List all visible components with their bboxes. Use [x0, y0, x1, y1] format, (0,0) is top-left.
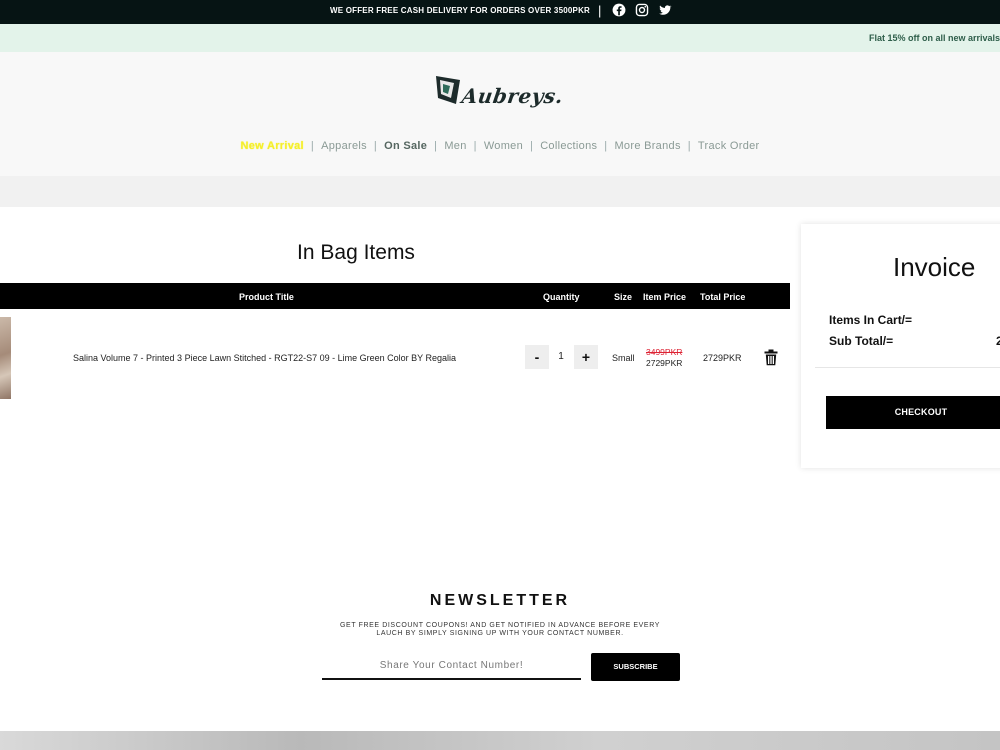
brand-logo[interactable]: Aubreys. [434, 74, 565, 110]
quantity-increment-button[interactable]: + [574, 345, 598, 369]
twitter-icon[interactable] [658, 3, 672, 17]
topbar-separator: | [598, 3, 602, 18]
column-product-title: Product Title [239, 292, 294, 302]
nav-separator: | [604, 140, 608, 152]
newsletter-description: GET FREE DISCOUNT COUPONS! AND GET NOTIF… [340, 622, 660, 637]
instagram-icon[interactable] [635, 3, 649, 17]
nav-separator: | [687, 140, 691, 152]
contact-number-input[interactable] [322, 653, 581, 680]
logo-emblem-icon [436, 76, 460, 104]
breadcrumb-strip [0, 176, 1000, 207]
nav-separator: | [310, 140, 315, 152]
nav-item-more-brands[interactable]: More Brands [609, 140, 685, 152]
nav-separator: | [473, 140, 477, 152]
quantity-value: 1 [558, 351, 564, 362]
nav-separator: | [530, 140, 534, 152]
quantity-decrement-button[interactable]: - [525, 345, 549, 369]
product-title[interactable]: Salina Volume 7 - Printed 3 Piece Lawn S… [73, 353, 456, 363]
invoice-divider [815, 367, 1000, 368]
product-thumbnail[interactable] [0, 317, 11, 399]
bag-title: In Bag Items [297, 241, 415, 264]
newsletter-title: NEWSLETTER [429, 592, 571, 609]
cart-item-row: Salina Volume 7 - Printed 3 Piece Lawn S… [0, 317, 790, 399]
column-size: Size [614, 292, 633, 302]
original-price: 3499PKR [646, 347, 683, 357]
invoice-panel: Invoice Items In Cart/= Sub Total/= 2 CH… [801, 224, 1000, 468]
nav-item-track-order[interactable]: Track Order [693, 140, 765, 152]
column-item-price: Item Price [643, 292, 687, 302]
nav-item-collections[interactable]: Collections [535, 140, 602, 152]
nav-separator: | [434, 140, 438, 152]
cart-table-header: Product Title Quantity Size Item Price T… [0, 283, 790, 309]
invoice-title: Invoice [893, 252, 976, 282]
promo-text: Flat 15% off on all new arrivals [868, 33, 1000, 43]
checkout-button[interactable]: CHECKOUT [826, 396, 1000, 429]
main-navigation: New Arrival | Apparels | On Sale | Men | Women | C… [0, 140, 1000, 152]
total-price: 2729PKR [703, 353, 742, 363]
column-quantity: Quantity [543, 292, 580, 302]
trash-icon[interactable] [764, 349, 778, 366]
logo-wordmark: Aubreys. [460, 84, 565, 108]
footer-banner [0, 731, 1000, 750]
site-header: Aubreys. New Arrival | Apparels | On Sale | Me… [0, 52, 1000, 164]
nav-item-women[interactable]: Women [479, 140, 528, 152]
facebook-icon[interactable] [612, 3, 626, 17]
nav-item-new-arrival[interactable]: New Arrival [236, 140, 309, 152]
promo-banner: Flat 15% off on all new arrivals [0, 24, 1000, 52]
item-price: 2729PKR [646, 358, 683, 368]
items-in-cart-label: Items In Cart/= [829, 313, 913, 327]
delivery-message: WE OFFER FREE CASH DELIVERY FOR ORDERS O… [330, 6, 591, 15]
column-total-price: Total Price [700, 292, 746, 302]
nav-item-on-sale[interactable]: On Sale [379, 140, 432, 152]
item-size: Small [612, 353, 635, 363]
nav-item-apparels[interactable]: Apparels [316, 140, 372, 152]
top-announcement-bar: WE OFFER FREE CASH DELIVERY FOR ORDERS O… [0, 0, 1000, 24]
nav-separator: | [373, 140, 378, 152]
sub-total-value: 2 [996, 334, 1000, 348]
subscribe-button[interactable]: SUBSCRIBE [591, 653, 680, 681]
sub-total-label: Sub Total/= [829, 334, 894, 348]
nav-item-men[interactable]: Men [439, 140, 471, 152]
